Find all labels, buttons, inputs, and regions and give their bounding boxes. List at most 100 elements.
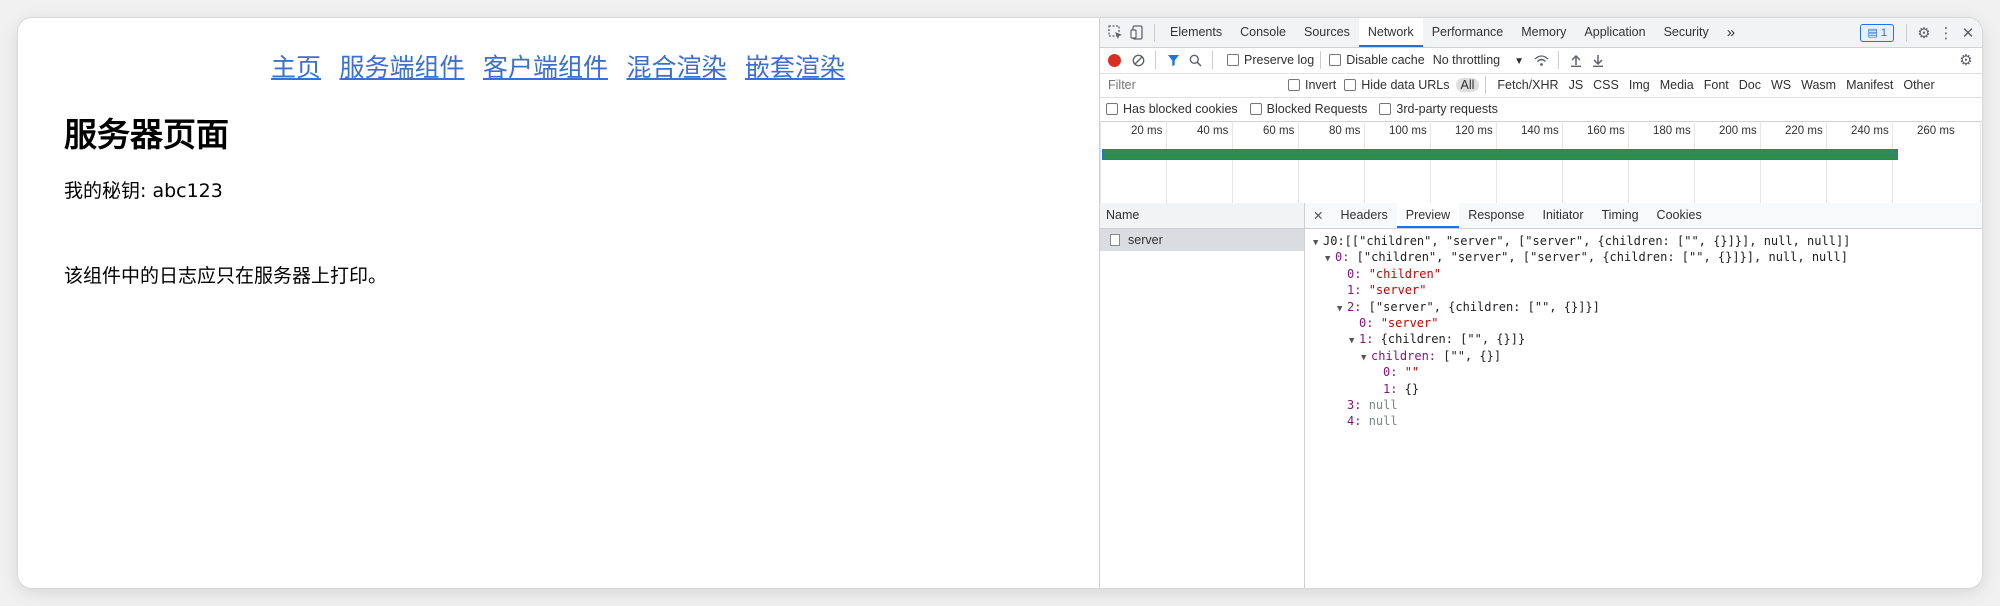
tick-label: 20 ms — [1131, 125, 1163, 137]
device-toolbar-icon[interactable] — [1126, 22, 1148, 44]
detail-tab-headers[interactable]: Headers — [1331, 203, 1396, 228]
document-file-icon — [1110, 234, 1120, 246]
preserve-log-checkbox[interactable]: Preserve log — [1227, 53, 1314, 67]
request-row-server[interactable]: server — [1100, 229, 1304, 251]
blocked-requests-checkbox[interactable]: Blocked Requests — [1249, 102, 1367, 116]
throttling-select[interactable]: No throttling ▼ — [1433, 53, 1524, 67]
filter-type-js[interactable]: JS — [1564, 78, 1589, 92]
tick-label: 220 ms — [1785, 125, 1823, 137]
detail-tab-cookies[interactable]: Cookies — [1648, 203, 1711, 228]
name-column-header[interactable]: Name — [1100, 203, 1304, 229]
network-settings-gear-icon[interactable]: ⚙ — [1955, 49, 1977, 71]
has-blocked-cookies-label: Has blocked cookies — [1123, 102, 1238, 116]
checkbox-box — [1379, 103, 1392, 115]
tab-performance[interactable]: Performance — [1423, 18, 1513, 47]
checkbox-box — [1227, 54, 1239, 66]
disable-cache-checkbox[interactable]: Disable cache — [1329, 53, 1425, 67]
tab-elements[interactable]: Elements — [1161, 18, 1231, 47]
secret-text: 我的秘钥: abc123 — [64, 180, 223, 202]
filter-type-wasm[interactable]: Wasm — [1796, 78, 1841, 92]
third-party-label: 3rd-party requests — [1396, 102, 1498, 116]
record-button-icon[interactable] — [1108, 53, 1121, 67]
tree-node[interactable]: ▼ 0: ["children", "server", ["server", {c… — [1305, 249, 1982, 265]
divider — [1320, 51, 1322, 69]
nav-link-nested-render[interactable]: 嵌套渲染 — [745, 53, 845, 82]
export-har-icon[interactable] — [1587, 49, 1609, 71]
request-name: server — [1128, 233, 1163, 247]
timeline-tick: 260 ms — [1892, 121, 1955, 203]
page-viewport: 主页 服务端组件 客户端组件 混合渲染 嵌套渲染 服务器页面 我的秘钥: abc… — [18, 18, 1098, 588]
timeline-tick: 160 ms — [1562, 121, 1625, 203]
invert-checkbox[interactable]: Invert — [1288, 78, 1336, 92]
json-preview-tree: ▼ J0:[["children", "server", ["server", {… — [1305, 229, 1982, 430]
expand-triangle-icon: ▼ — [1337, 303, 1343, 314]
filter-type-media[interactable]: Media — [1655, 78, 1699, 92]
clear-icon[interactable] — [1127, 49, 1149, 71]
tree-node: 4: null — [1305, 413, 1982, 429]
has-blocked-cookies-checkbox[interactable]: Has blocked cookies — [1106, 102, 1238, 116]
node-key: 3: — [1347, 397, 1362, 412]
more-tabs-button[interactable]: » — [1718, 18, 1744, 47]
filter-type-all[interactable]: All — [1455, 78, 1480, 92]
request-timing-bar — [1102, 149, 1898, 160]
node-value: "server" — [1380, 315, 1439, 330]
detail-tab-initiator[interactable]: Initiator — [1534, 203, 1593, 228]
filter-bar: Invert Hide data URLs All Fetch/XHR JS C… — [1100, 73, 1982, 98]
network-overview-timeline[interactable]: 20 ms 40 ms 60 ms 80 ms 100 ms 120 ms 14… — [1100, 121, 1982, 204]
third-party-requests-checkbox[interactable]: 3rd-party requests — [1379, 102, 1498, 116]
timeline-tick: 120 ms — [1430, 121, 1493, 203]
kebab-menu-icon[interactable]: ⋮ — [1935, 22, 1957, 44]
tab-memory[interactable]: Memory — [1512, 18, 1575, 47]
node-value: "" — [1404, 365, 1420, 380]
issues-badge[interactable]: ▤ 1 — [1860, 23, 1894, 42]
filter-input[interactable] — [1106, 75, 1280, 95]
tick-label: 240 ms — [1851, 125, 1889, 137]
tab-sources[interactable]: Sources — [1295, 18, 1359, 47]
tree-node[interactable]: ▼ children: ["", {}] — [1305, 348, 1982, 364]
tree-node: 1: "server" — [1305, 282, 1982, 298]
close-devtools-icon[interactable]: ✕ — [1957, 22, 1979, 44]
filter-funnel-icon[interactable] — [1162, 49, 1184, 71]
node-value: ["children", "server", ["server", {child… — [1349, 250, 1848, 265]
detail-tab-timing[interactable]: Timing — [1593, 203, 1648, 228]
tree-node[interactable]: ▼ J0:[["children", "server", ["server", {… — [1305, 233, 1982, 249]
divider — [1906, 23, 1907, 42]
nav-link-mixed-render[interactable]: 混合渲染 — [626, 53, 726, 82]
checkbox-box — [1288, 79, 1300, 91]
hide-data-urls-checkbox[interactable]: Hide data URLs — [1344, 78, 1450, 92]
detail-tab-preview[interactable]: Preview — [1396, 203, 1460, 228]
preserve-log-label: Preserve log — [1244, 53, 1315, 67]
tree-node[interactable]: ▼ 2: ["server", {children: ["", {}]}] — [1305, 299, 1982, 315]
tick-label: 60 ms — [1263, 125, 1295, 137]
filter-type-ws[interactable]: WS — [1766, 78, 1796, 92]
tree-node[interactable]: ▼ 1: {children: ["", {}]} — [1305, 331, 1982, 347]
tab-security[interactable]: Security — [1655, 18, 1718, 47]
filter-type-css[interactable]: CSS — [1588, 78, 1624, 92]
nav-link-client-components[interactable]: 客户端组件 — [483, 53, 608, 82]
filter-type-fetch-xhr[interactable]: Fetch/XHR — [1492, 78, 1563, 92]
filter-type-manifest[interactable]: Manifest — [1841, 78, 1898, 92]
top-nav: 主页 服务端组件 客户端组件 混合渲染 嵌套渲染 — [18, 48, 1098, 84]
filter-type-font[interactable]: Font — [1699, 78, 1734, 92]
divider — [1485, 76, 1487, 94]
divider — [1212, 51, 1213, 69]
search-icon[interactable] — [1184, 49, 1206, 71]
import-har-icon[interactable] — [1565, 49, 1587, 71]
node-key: 0: — [1359, 315, 1374, 330]
request-list: Name server — [1100, 203, 1305, 588]
tab-application[interactable]: Application — [1575, 18, 1654, 47]
filter-type-doc[interactable]: Doc — [1734, 78, 1766, 92]
node-key: 4: — [1347, 414, 1362, 429]
detail-tab-response[interactable]: Response — [1459, 203, 1533, 228]
close-detail-icon[interactable]: ✕ — [1305, 208, 1331, 223]
settings-gear-icon[interactable]: ⚙ — [1913, 22, 1935, 44]
network-conditions-wifi-icon[interactable] — [1530, 49, 1552, 71]
inspect-element-icon[interactable] — [1104, 22, 1126, 44]
tab-console[interactable]: Console — [1231, 18, 1295, 47]
filter-type-other[interactable]: Other — [1898, 78, 1939, 92]
nav-link-server-components[interactable]: 服务端组件 — [340, 53, 465, 82]
request-detail-pane: ✕ Headers Preview Response Initiator Tim… — [1305, 203, 1982, 588]
filter-type-img[interactable]: Img — [1624, 78, 1655, 92]
nav-link-home[interactable]: 主页 — [271, 53, 321, 82]
tab-network[interactable]: Network — [1358, 18, 1423, 47]
